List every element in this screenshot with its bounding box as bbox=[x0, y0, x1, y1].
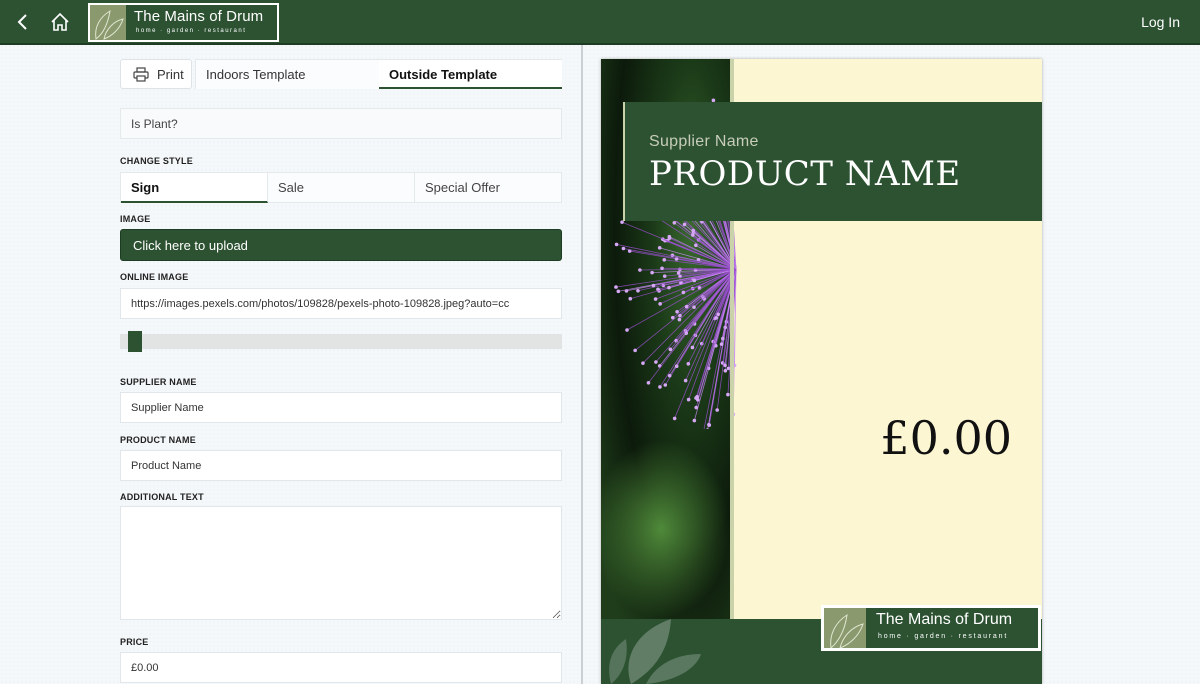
leaf-logo-icon bbox=[90, 5, 126, 40]
upload-image-button[interactable]: Click here to upload bbox=[120, 229, 562, 261]
logo-subtitle: home · garden · restaurant bbox=[136, 28, 247, 34]
brand-logo[interactable]: The Mains of Drum home · garden · restau… bbox=[88, 3, 279, 42]
top-bar: The Mains of Drum home · garden · restau… bbox=[0, 0, 1200, 45]
online-image-input[interactable] bbox=[120, 288, 562, 319]
leaves-watermark-icon bbox=[609, 619, 701, 684]
is-plant-toggle[interactable]: Is Plant? bbox=[120, 108, 562, 139]
preview-supplier-name: Supplier Name bbox=[649, 133, 759, 150]
tab-indoors-template[interactable]: Indoors Template bbox=[196, 60, 379, 89]
back-arrow-icon[interactable] bbox=[14, 12, 32, 32]
preview-price: £0.00 bbox=[880, 411, 1012, 465]
price-label: PRICE bbox=[120, 637, 149, 647]
sign-preview: Supplier Name PRODUCT NAME £0.00 The Mai… bbox=[601, 59, 1042, 684]
print-label: Print bbox=[157, 67, 184, 82]
image-label: IMAGE bbox=[120, 214, 151, 224]
additional-text-input[interactable] bbox=[120, 506, 562, 620]
printer-icon bbox=[133, 67, 149, 82]
style-option-sign[interactable]: Sign bbox=[121, 173, 268, 203]
home-icon[interactable] bbox=[49, 11, 71, 33]
online-image-label: ONLINE IMAGE bbox=[120, 272, 189, 282]
template-tabs: Indoors Template Outside Template bbox=[195, 59, 562, 89]
preview-header-band: Supplier Name PRODUCT NAME bbox=[623, 102, 1042, 221]
preview-product-name: PRODUCT NAME bbox=[649, 154, 961, 194]
leaf-logo-icon bbox=[824, 608, 866, 648]
product-name-label: PRODUCT NAME bbox=[120, 435, 196, 445]
preview-logo-subtitle: home · garden · restaurant bbox=[878, 633, 1009, 640]
supplier-name-label: SUPPLIER NAME bbox=[120, 377, 197, 387]
login-link[interactable]: Log In bbox=[1141, 14, 1180, 30]
slider-thumb[interactable] bbox=[128, 331, 142, 352]
style-option-special-offer[interactable]: Special Offer bbox=[415, 173, 561, 203]
style-selector: Sign Sale Special Offer bbox=[120, 172, 562, 203]
price-input[interactable] bbox=[120, 652, 562, 683]
product-name-input[interactable] bbox=[120, 450, 562, 481]
tab-outside-template[interactable]: Outside Template bbox=[379, 60, 562, 89]
style-option-sale[interactable]: Sale bbox=[268, 173, 415, 203]
print-button[interactable]: Print bbox=[120, 59, 192, 89]
change-style-label: CHANGE STYLE bbox=[120, 156, 193, 166]
image-position-slider[interactable] bbox=[120, 331, 562, 352]
supplier-name-input[interactable] bbox=[120, 392, 562, 423]
additional-text-label: ADDITIONAL TEXT bbox=[120, 492, 204, 502]
panel-divider[interactable] bbox=[581, 45, 583, 684]
preview-logo-title: The Mains of Drum bbox=[876, 611, 1013, 628]
preview-brand-logo: The Mains of Drum home · garden · restau… bbox=[821, 605, 1041, 651]
logo-title: The Mains of Drum bbox=[134, 8, 264, 25]
